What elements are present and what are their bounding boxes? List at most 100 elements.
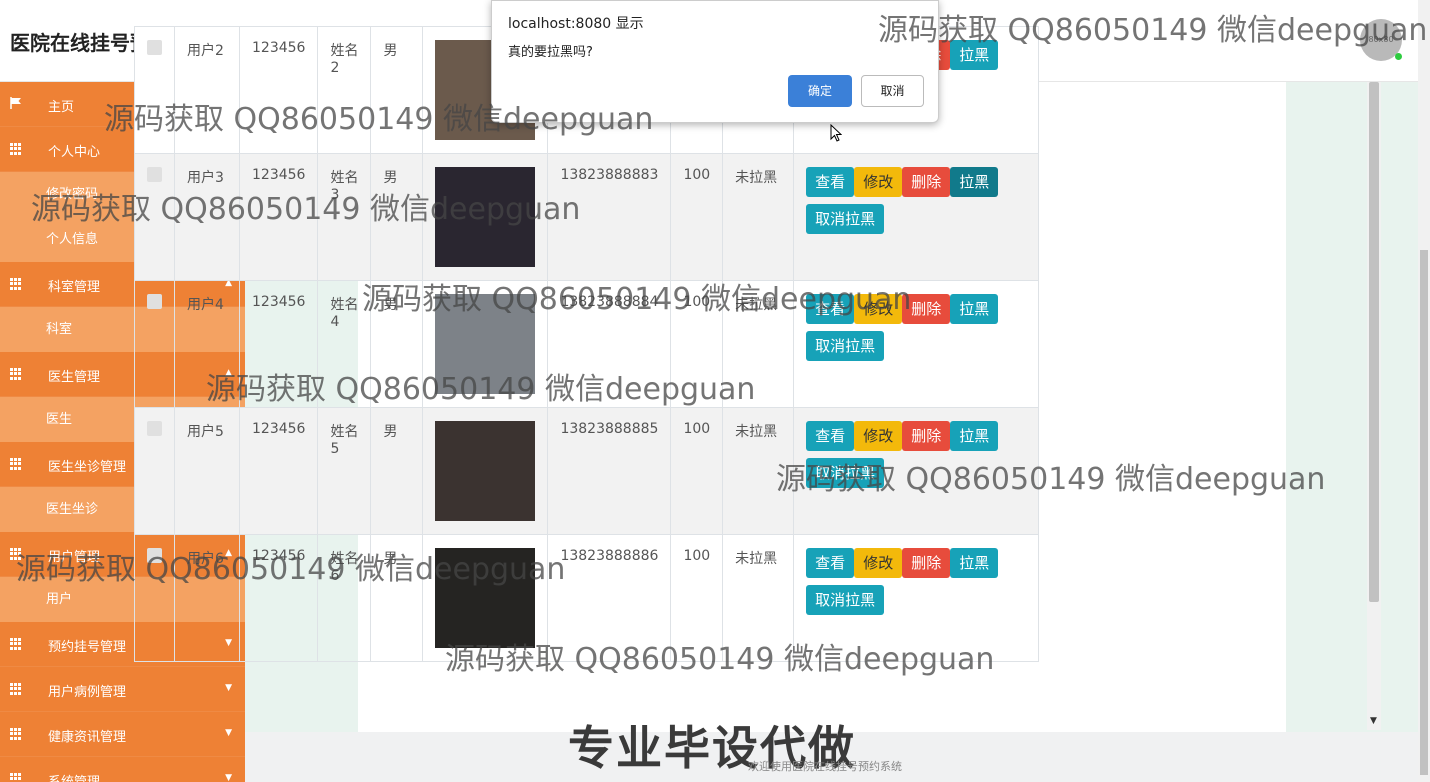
- user-photo: [435, 421, 536, 521]
- caret-down-icon: ▼: [225, 773, 232, 782]
- cell-balance: 100: [683, 167, 711, 183]
- cell-username: 用户5: [187, 424, 224, 440]
- table-row: 用户6 123456 姓名6 男 13823888886 100 未拉黑 查看 修改 删除 拉黑取消…: [134, 534, 1040, 662]
- dialog-cancel-button[interactable]: 取消: [861, 75, 924, 107]
- grid-icon: [10, 638, 22, 650]
- page-scrollbar[interactable]: [1418, 0, 1430, 782]
- delete-button[interactable]: 删除: [902, 548, 951, 578]
- grid-icon: [10, 368, 22, 380]
- cell-username: 用户3: [187, 170, 224, 186]
- grid-icon: [10, 143, 22, 155]
- grid-icon: [10, 278, 22, 290]
- footer-text: 欢迎使用医院在线挂号预约系统: [748, 760, 902, 773]
- blacklist-button[interactable]: 拉黑: [950, 294, 999, 324]
- table-row: 用户3 123456 姓名3 男 13823888883 100 未拉黑 查看 修改 删除 拉黑 取消…: [134, 153, 1040, 281]
- table-scrollbar[interactable]: [1367, 82, 1381, 730]
- sidebar-item-label: 科室管理: [48, 280, 101, 295]
- table-row: 用户5 123456 姓名5 男 13823888885 100 未拉黑 查看 修改 删除 拉黑取消…: [134, 407, 1040, 535]
- delete-button[interactable]: 删除: [902, 294, 951, 324]
- cell-gender: 男: [383, 424, 398, 440]
- sidebar-item-label: 用户病例管理: [48, 685, 127, 700]
- edit-button[interactable]: 修改: [854, 294, 903, 324]
- sidebar-item-label: 个人中心: [48, 145, 101, 160]
- cell-name: 姓名2: [330, 43, 359, 76]
- mouse-cursor-icon: [830, 124, 842, 142]
- cell-balance: 100: [683, 548, 711, 564]
- cell-status: 未拉黑: [735, 424, 778, 440]
- cell-phone: 13823888884: [560, 294, 659, 310]
- cell-status: 未拉黑: [735, 170, 778, 186]
- cell-name: 姓名6: [330, 551, 359, 584]
- view-button[interactable]: 查看: [806, 294, 855, 324]
- sidebar-item-label: 主页: [48, 100, 75, 115]
- cell-password: 123456: [252, 548, 306, 564]
- cell-username: 用户6: [187, 551, 224, 567]
- cell-name: 姓名3: [330, 170, 359, 203]
- row-checkbox[interactable]: [147, 167, 162, 182]
- blacklist-button[interactable]: 拉黑: [950, 40, 999, 70]
- cell-password: 123456: [252, 294, 306, 310]
- unblacklist-button[interactable]: 取消拉黑: [806, 331, 885, 361]
- cell-name: 姓名5: [330, 424, 359, 457]
- cell-gender: 男: [383, 551, 398, 567]
- sidebar-item-label: 健康资讯管理: [48, 730, 127, 745]
- blacklist-button[interactable]: 拉黑: [950, 548, 999, 578]
- cell-username: 用户4: [187, 297, 224, 313]
- grid-icon: [10, 683, 22, 695]
- edit-button[interactable]: 修改: [854, 421, 903, 451]
- cell-gender: 男: [383, 43, 398, 59]
- caret-down-icon: ▼: [225, 728, 232, 738]
- confirm-dialog: localhost:8080 显示 真的要拉黑吗? 确定 取消: [491, 0, 939, 123]
- delete-button[interactable]: 删除: [902, 167, 951, 197]
- grid-icon: [10, 728, 22, 740]
- caret-down-icon: ▼: [225, 683, 232, 693]
- row-checkbox[interactable]: [147, 421, 162, 436]
- scroll-down-arrow-icon[interactable]: ▼: [1370, 716, 1377, 726]
- dialog-title: localhost:8080 显示: [508, 16, 644, 32]
- cell-username: 用户2: [187, 43, 224, 59]
- sidebar-item-label: 用户管理: [48, 550, 101, 565]
- user-photo: [435, 294, 536, 394]
- blacklist-button[interactable]: 拉黑: [950, 421, 999, 451]
- row-checkbox[interactable]: [147, 40, 162, 55]
- cell-status: 未拉黑: [735, 551, 778, 567]
- dialog-message: 真的要拉黑吗?: [508, 45, 593, 60]
- sidebar-item-label: 预约挂号管理: [48, 640, 127, 655]
- row-checkbox[interactable]: [147, 548, 162, 563]
- sidebar-item-label: 系统管理: [48, 771, 100, 782]
- user-photo: [435, 167, 536, 267]
- online-status-dot: [1395, 53, 1402, 60]
- view-button[interactable]: 查看: [806, 548, 855, 578]
- grid-icon: [10, 458, 22, 470]
- cell-phone: 13823888885: [560, 421, 659, 437]
- sidebar-item-13[interactable]: 用户病例管理 ▼: [0, 667, 245, 712]
- delete-button[interactable]: 删除: [902, 421, 951, 451]
- user-photo: [435, 548, 536, 648]
- unblacklist-button[interactable]: 取消拉黑: [806, 458, 885, 488]
- edit-button[interactable]: 修改: [854, 548, 903, 578]
- sidebar-item-15[interactable]: 系统管理 ▼: [0, 757, 245, 782]
- cell-password: 123456: [252, 40, 306, 56]
- grid-icon: [10, 773, 22, 782]
- cell-gender: 男: [383, 297, 398, 313]
- edit-button[interactable]: 修改: [854, 167, 903, 197]
- view-button[interactable]: 查看: [806, 421, 855, 451]
- grid-icon: [10, 548, 22, 560]
- cell-balance: 100: [683, 421, 711, 437]
- row-checkbox[interactable]: [147, 294, 162, 309]
- view-button[interactable]: 查看: [806, 167, 855, 197]
- cell-balance: 100: [683, 294, 711, 310]
- flag-icon: [10, 97, 21, 109]
- cell-password: 123456: [252, 421, 306, 437]
- dialog-ok-button[interactable]: 确定: [788, 75, 852, 107]
- unblacklist-button[interactable]: 取消拉黑: [806, 585, 885, 615]
- cell-status: 未拉黑: [735, 297, 778, 313]
- sidebar-item-14[interactable]: 健康资讯管理 ▼: [0, 712, 245, 757]
- sidebar-item-label: 医生管理: [48, 370, 101, 385]
- unblacklist-button[interactable]: 取消拉黑: [806, 204, 885, 234]
- cell-gender: 男: [383, 170, 398, 186]
- blacklist-button[interactable]: 拉黑: [950, 167, 999, 197]
- cell-name: 姓名4: [330, 297, 359, 330]
- cell-phone: 13823888883: [560, 167, 659, 183]
- cell-phone: 13823888886: [560, 548, 659, 564]
